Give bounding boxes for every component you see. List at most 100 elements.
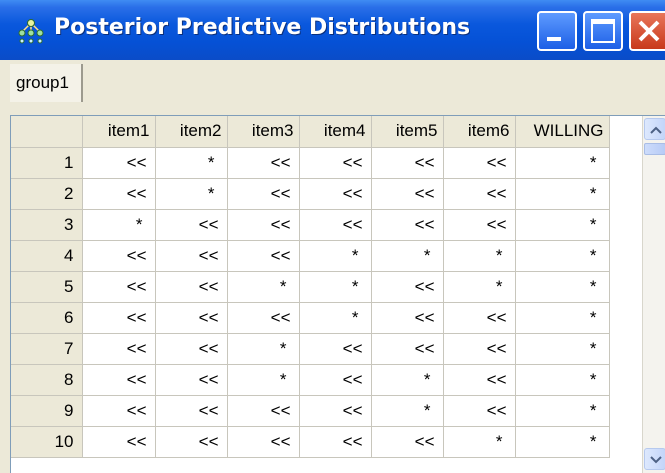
table-cell[interactable]: <<: [82, 240, 156, 272]
corner-cell[interactable]: [11, 116, 83, 148]
tab-group1[interactable]: group1: [10, 64, 83, 102]
table-row: 6 << << << * << << *: [11, 302, 610, 334]
network-tree-icon[interactable]: [16, 18, 46, 44]
table-cell[interactable]: *: [371, 364, 444, 396]
table-cell[interactable]: *: [443, 426, 516, 458]
table-cell[interactable]: <<: [371, 178, 444, 210]
scroll-thumb[interactable]: [644, 143, 665, 155]
table-cell[interactable]: <<: [443, 333, 516, 365]
table-cell[interactable]: <<: [443, 302, 516, 334]
table-cell[interactable]: <<: [82, 147, 156, 179]
table-cell[interactable]: *: [371, 240, 444, 272]
table-cell[interactable]: <<: [155, 302, 228, 334]
table-cell[interactable]: <<: [227, 178, 300, 210]
scroll-down-button[interactable]: [644, 448, 665, 470]
table-cell[interactable]: *: [515, 364, 610, 396]
table-cell[interactable]: *: [371, 395, 444, 427]
table-cell[interactable]: <<: [227, 209, 300, 241]
table-cell[interactable]: *: [515, 395, 610, 427]
table-cell[interactable]: <<: [443, 364, 516, 396]
row-header[interactable]: 8: [11, 364, 83, 396]
table-cell[interactable]: *: [515, 147, 610, 179]
table-cell[interactable]: <<: [82, 333, 156, 365]
column-header-willing[interactable]: WILLING: [515, 116, 610, 148]
table-cell[interactable]: <<: [82, 302, 156, 334]
table-cell[interactable]: <<: [155, 333, 228, 365]
column-header-item5[interactable]: item5: [371, 116, 444, 148]
table-cell[interactable]: <<: [443, 178, 516, 210]
table-cell[interactable]: <<: [443, 395, 516, 427]
scroll-up-button[interactable]: [644, 118, 665, 140]
table-cell[interactable]: *: [299, 271, 372, 303]
table-cell[interactable]: *: [515, 178, 610, 210]
column-header-item6[interactable]: item6: [443, 116, 516, 148]
table-cell[interactable]: *: [443, 240, 516, 272]
table-cell[interactable]: <<: [155, 240, 228, 272]
table-cell[interactable]: *: [299, 240, 372, 272]
table-cell[interactable]: <<: [371, 302, 444, 334]
table-cell[interactable]: *: [515, 209, 610, 241]
table-cell[interactable]: *: [155, 147, 228, 179]
table-cell[interactable]: *: [443, 271, 516, 303]
row-header[interactable]: 5: [11, 271, 83, 303]
table-cell[interactable]: <<: [371, 209, 444, 241]
table-cell[interactable]: *: [515, 333, 610, 365]
table-cell[interactable]: *: [227, 333, 300, 365]
table-cell[interactable]: <<: [299, 364, 372, 396]
column-header-item4[interactable]: item4: [299, 116, 372, 148]
row-header[interactable]: 1: [11, 147, 83, 179]
table-cell[interactable]: *: [515, 271, 610, 303]
table-cell[interactable]: <<: [371, 333, 444, 365]
table-cell[interactable]: <<: [82, 395, 156, 427]
table-cell[interactable]: *: [515, 426, 610, 458]
table-cell[interactable]: <<: [227, 302, 300, 334]
table-cell[interactable]: <<: [299, 209, 372, 241]
table-cell[interactable]: <<: [155, 271, 228, 303]
table-row: 9 << << << << * << *: [11, 395, 610, 427]
table-cell[interactable]: <<: [227, 147, 300, 179]
table-cell[interactable]: <<: [299, 426, 372, 458]
table-cell[interactable]: <<: [155, 395, 228, 427]
row-header[interactable]: 6: [11, 302, 83, 334]
table-cell[interactable]: <<: [82, 178, 156, 210]
vertical-scrollbar[interactable]: [642, 116, 665, 473]
table-cell[interactable]: <<: [299, 147, 372, 179]
table-cell[interactable]: <<: [371, 147, 444, 179]
table-cell[interactable]: <<: [82, 271, 156, 303]
table-cell[interactable]: <<: [299, 395, 372, 427]
row-header[interactable]: 10: [11, 426, 83, 458]
row-header[interactable]: 2: [11, 178, 83, 210]
table-cell[interactable]: <<: [227, 426, 300, 458]
table-cell[interactable]: <<: [299, 178, 372, 210]
minimize-button[interactable]: [537, 11, 577, 51]
column-header-item2[interactable]: item2: [155, 116, 228, 148]
table-cell[interactable]: <<: [227, 395, 300, 427]
row-header[interactable]: 4: [11, 240, 83, 272]
table-cell[interactable]: <<: [299, 333, 372, 365]
table-cell[interactable]: <<: [227, 240, 300, 272]
close-button[interactable]: [629, 11, 665, 51]
row-header[interactable]: 9: [11, 395, 83, 427]
table-cell[interactable]: <<: [155, 426, 228, 458]
table-cell[interactable]: <<: [443, 147, 516, 179]
table-cell[interactable]: *: [155, 178, 228, 210]
table-cell[interactable]: <<: [371, 426, 444, 458]
table-cell[interactable]: *: [515, 302, 610, 334]
table-cell[interactable]: <<: [82, 426, 156, 458]
table-cell[interactable]: <<: [371, 271, 444, 303]
table-cell[interactable]: *: [227, 271, 300, 303]
table-cell[interactable]: <<: [82, 364, 156, 396]
table-cell[interactable]: *: [82, 209, 156, 241]
table-cell[interactable]: <<: [443, 209, 516, 241]
column-header-item1[interactable]: item1: [82, 116, 156, 148]
table-cell[interactable]: *: [515, 240, 610, 272]
maximize-button[interactable]: [583, 11, 623, 51]
table-cell[interactable]: *: [299, 302, 372, 334]
title-bar[interactable]: Posterior Predictive Distributions: [0, 0, 665, 60]
table-cell[interactable]: *: [227, 364, 300, 396]
column-header-item3[interactable]: item3: [227, 116, 300, 148]
table-cell[interactable]: <<: [155, 209, 228, 241]
row-header[interactable]: 3: [11, 209, 83, 241]
row-header[interactable]: 7: [11, 333, 83, 365]
table-cell[interactable]: <<: [155, 364, 228, 396]
